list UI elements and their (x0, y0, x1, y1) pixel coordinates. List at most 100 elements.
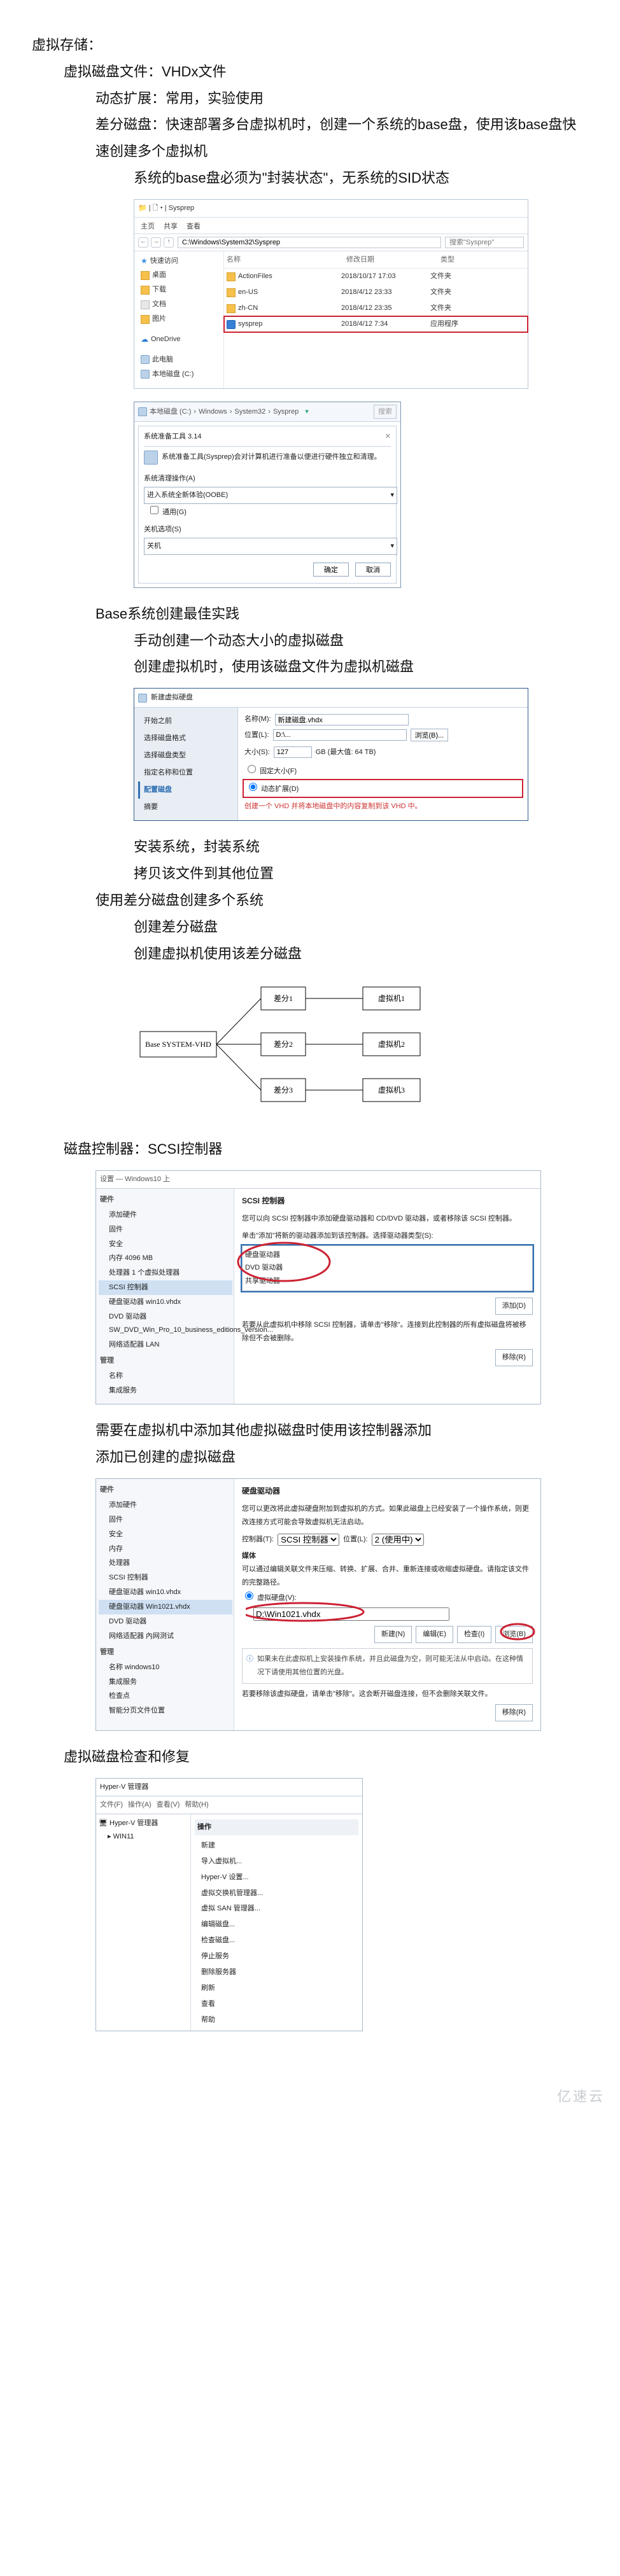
tree-item[interactable]: DVD 驱动器 (99, 1614, 232, 1629)
tab-home[interactable]: 主页 (141, 220, 155, 234)
action-inspect-disk[interactable]: 检查磁盘... (195, 1933, 358, 1949)
action-import[interactable]: 导入虚拟机... (195, 1854, 358, 1870)
crumb[interactable]: 本地磁盘 (C:) (150, 405, 191, 419)
action-new[interactable]: 新建 (195, 1838, 358, 1854)
select-controller[interactable]: SCSI 控制器 (278, 1534, 339, 1546)
cancel-button[interactable]: 取消 (355, 563, 391, 577)
tree-documents[interactable]: 文档 (138, 297, 221, 312)
menu-help[interactable]: 帮助(H) (185, 1798, 208, 1812)
close-icon[interactable]: ✕ (385, 430, 391, 444)
nav-fwd-icon[interactable]: → (151, 237, 161, 248)
tree-item[interactable]: 检查点 (99, 1689, 232, 1704)
radio-dynamic[interactable]: 动态扩展(D) (244, 781, 521, 796)
tree-item[interactable]: 内存 (99, 1542, 232, 1557)
input-name[interactable] (275, 714, 409, 725)
drive-type-listbox[interactable]: 硬盘驱动器 DVD 驱动器 共享驱动器 (242, 1245, 533, 1292)
ok-button[interactable]: 确定 (313, 563, 349, 577)
tree-pictures[interactable]: 图片 (138, 312, 221, 326)
new-button[interactable]: 新建(N) (374, 1626, 412, 1643)
browse-button[interactable]: 浏览(B)... (411, 729, 449, 741)
crumb[interactable]: Windows (199, 405, 227, 419)
action-edit-disk[interactable]: 编辑磁盘... (195, 1917, 358, 1933)
tree-item[interactable]: 名称 windows10 (99, 1660, 232, 1675)
tree-thispc[interactable]: 此电脑 (138, 353, 221, 367)
tree-item[interactable]: 名称 (99, 1369, 232, 1383)
col-date[interactable]: 修改日期 (344, 251, 438, 269)
tree-item[interactable]: 处理器 (99, 1556, 232, 1571)
crumb[interactable]: System32 (234, 405, 265, 419)
app-icon (227, 320, 236, 329)
step[interactable]: 开始之前 (138, 713, 234, 730)
file-row[interactable]: zh-CN2018/4/12 23:35文件夹 (224, 300, 528, 316)
tree-downloads[interactable]: 下载 (138, 283, 221, 297)
input-loc[interactable] (273, 729, 407, 741)
tree-item[interactable]: 安全 (99, 1237, 232, 1252)
address-input[interactable] (178, 237, 441, 248)
file-row[interactable]: sysprep2018/4/12 7:34应用程序 (224, 316, 528, 332)
line-bp4: 拷贝该文件到其他位置 (32, 860, 588, 887)
step[interactable]: 摘要 (138, 799, 234, 816)
tab-share[interactable]: 共享 (164, 220, 178, 234)
crumb-search[interactable]: 搜索 (374, 405, 397, 419)
select-position[interactable]: 2 (使用中) (372, 1534, 424, 1546)
action-view[interactable]: 查看 (195, 1996, 358, 2012)
action-stop[interactable]: 停止服务 (195, 1949, 358, 1964)
tree-item[interactable]: 硬盘驱动器 win10.vhdx (99, 1295, 232, 1310)
tree-item-scsi[interactable]: SCSI 控制器 (99, 1280, 232, 1295)
tree-item[interactable]: 集成服务 (99, 1675, 232, 1690)
add-button[interactable]: 添加(D) (495, 1298, 533, 1315)
remove-button[interactable]: 移除(R) (495, 1704, 533, 1721)
tree-item-selected[interactable]: 硬盘驱动器 Win1021.vhdx (99, 1600, 232, 1614)
input-size[interactable] (274, 746, 312, 758)
step[interactable]: 选择磁盘格式 (138, 730, 234, 747)
nav-back-icon[interactable]: ← (138, 237, 148, 248)
hvmgr-host[interactable]: ▸ WIN11 (99, 1830, 188, 1844)
tree-item[interactable]: SCSI 控制器 (99, 1571, 232, 1585)
edit-button[interactable]: 编辑(E) (416, 1626, 453, 1643)
col-type[interactable]: 类型 (438, 251, 481, 269)
tree-item[interactable]: 安全 (99, 1527, 232, 1542)
crumb[interactable]: Sysprep (273, 405, 299, 419)
action-settings[interactable]: Hyper-V 设置... (195, 1870, 358, 1886)
hvmgr-root[interactable]: 🖥 Hyper-V 管理器 (99, 1817, 188, 1830)
select-shutdown[interactable]: 关机▾ (144, 538, 397, 555)
action-vsan[interactable]: 虚拟 SAN 管理器... (195, 1901, 358, 1917)
tree-item[interactable]: 内存 4096 MB (99, 1251, 232, 1266)
select-cleanup[interactable]: 进入系统全新体验(OOBE)▾ (144, 487, 397, 504)
inspect-button[interactable]: 检查(I) (457, 1626, 491, 1643)
remove-button[interactable]: 移除(R) (495, 1349, 533, 1366)
tree-cdrive[interactable]: 本地磁盘 (C:) (138, 367, 221, 382)
menu-action[interactable]: 操作(A) (128, 1798, 151, 1812)
tree-quickaccess[interactable]: ★快速访问 (138, 254, 221, 269)
action-refresh[interactable]: 刷新 (195, 1980, 358, 1996)
file-row[interactable]: en-US2018/4/12 23:33文件夹 (224, 284, 528, 300)
step[interactable]: 选择磁盘类型 (138, 747, 234, 764)
step-current[interactable]: 配置磁盘 (138, 781, 234, 799)
col-name[interactable]: 名称 (224, 251, 344, 269)
tree-item[interactable]: 固件 (99, 1222, 232, 1237)
file-row[interactable]: ActionFiles2018/10/17 17:03文件夹 (224, 269, 528, 284)
menu-file[interactable]: 文件(F) (100, 1798, 123, 1812)
tree-desktop[interactable]: 桌面 (138, 268, 221, 283)
tree-item[interactable]: 网络适配器 LAN (99, 1338, 232, 1352)
tree-item[interactable]: 集成服务 (99, 1383, 232, 1398)
action-help[interactable]: 帮助 (195, 2012, 358, 2028)
tree-item[interactable]: 处理器 1 个虚拟处理器 (99, 1266, 232, 1280)
nav-up-icon[interactable]: ↑ (164, 237, 174, 248)
tree-onedrive[interactable]: ☁OneDrive (138, 332, 221, 347)
tree-item[interactable]: 网络适配器 內网测试 (99, 1629, 232, 1644)
search-input[interactable] (445, 237, 524, 248)
action-remove[interactable]: 删除服务器 (195, 1964, 358, 1980)
tree-item[interactable]: 添加硬件 (99, 1208, 232, 1222)
action-vswitch[interactable]: 虚拟交换机管理器... (195, 1886, 358, 1901)
menu-view[interactable]: 查看(V) (157, 1798, 180, 1812)
step[interactable]: 指定名称和位置 (138, 764, 234, 781)
tree-item[interactable]: 固件 (99, 1513, 232, 1527)
tree-item[interactable]: 智能分页文件位置 (99, 1704, 232, 1718)
tree-item[interactable]: 添加硬件 (99, 1498, 232, 1513)
tab-view[interactable]: 查看 (187, 220, 201, 234)
radio-fixed[interactable]: 固定大小(F) (244, 763, 521, 778)
tree-item[interactable]: DVD 驱动器 SW_DVD_Win_Pro_10_business_editi… (99, 1310, 232, 1338)
checkbox-generalize[interactable]: 通用(G) (148, 508, 187, 516)
tree-item[interactable]: 硬盘驱动器 win10.vhdx (99, 1585, 232, 1600)
